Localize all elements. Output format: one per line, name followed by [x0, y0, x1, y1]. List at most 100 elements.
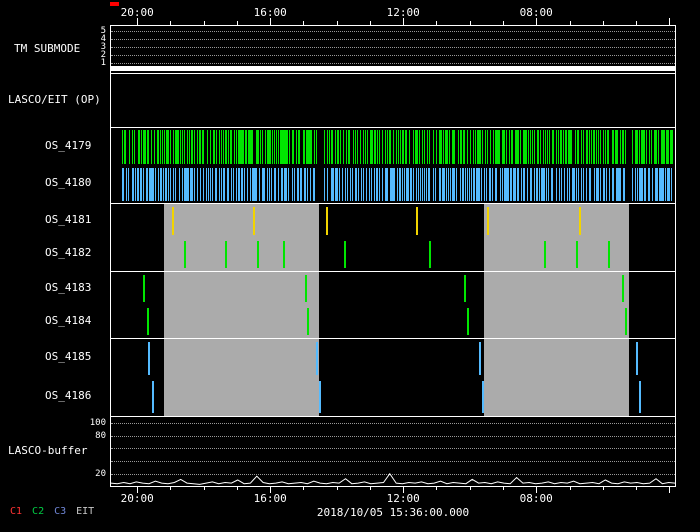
event-line	[282, 240, 285, 268]
datetime-label: 2018/10/05 15:36:00.000	[316, 506, 470, 519]
telemetry-tick-line	[395, 130, 397, 164]
telemetry-tick-line	[181, 167, 183, 201]
event-line	[639, 380, 641, 413]
telemetry-tick-line	[608, 130, 610, 164]
telemetry-tick-line	[154, 167, 156, 201]
telemetry-tick-line	[585, 130, 588, 164]
telemetry-tick-line	[378, 130, 380, 164]
telemetry-tick-line	[244, 130, 247, 164]
telemetry-tick-line	[362, 130, 364, 164]
telemetry-tick-line	[386, 130, 388, 164]
telemetry-tick-line	[443, 167, 446, 201]
telemetry-tick-line	[374, 130, 377, 164]
telemetry-tick-line	[302, 130, 305, 164]
telemetry-tick-line	[658, 130, 659, 164]
telemetry-tick-line	[163, 130, 165, 164]
telemetry-tick-line	[289, 130, 290, 164]
telemetry-tick-line	[178, 130, 180, 164]
telemetry-tick-line	[159, 167, 162, 201]
telemetry-tick-line	[210, 130, 212, 164]
event-line	[636, 342, 639, 375]
telemetry-tick-line	[499, 130, 500, 164]
telemetry-tick-line	[529, 130, 531, 164]
telemetry-tick-line	[277, 130, 279, 164]
telemetry-tick-line	[366, 167, 368, 201]
telemetry-tick-line	[418, 130, 420, 164]
bottom-minor-tick	[569, 487, 571, 490]
telemetry-tick-line	[574, 130, 576, 164]
telemetry-tick-line	[397, 130, 399, 164]
telemetry-tick-line	[423, 167, 425, 201]
telemetry-tick-line	[469, 130, 471, 164]
telemetry-tick-line	[186, 130, 188, 164]
telemetry-tick-line	[519, 130, 521, 164]
event-line	[622, 275, 625, 302]
telemetry-tick-line	[588, 130, 590, 164]
submode-gridline	[111, 39, 675, 40]
telemetry-tick-line	[381, 167, 383, 201]
telemetry-tick-line	[421, 130, 423, 164]
event-line	[172, 207, 174, 235]
bottom-minor-tick	[170, 487, 172, 490]
telemetry-tick-line	[193, 167, 195, 201]
telemetry-tick-line	[660, 130, 663, 164]
telemetry-tick-line	[363, 167, 364, 201]
top-minor-tick	[569, 21, 571, 25]
top-minor-tick	[203, 21, 205, 25]
event-line	[428, 240, 431, 268]
telemetry-tick-line	[536, 167, 538, 201]
bottom-minor-tick	[469, 487, 471, 490]
telemetry-tick-line	[405, 130, 407, 164]
event-line	[624, 308, 627, 335]
telemetry-tick-line	[459, 167, 461, 201]
event-line	[467, 308, 469, 335]
event-line	[579, 207, 582, 235]
telemetry-tick-line	[255, 167, 257, 201]
telemetry-tick-line	[235, 167, 237, 201]
event-line	[576, 240, 579, 268]
panel-lasco-buffer	[110, 416, 676, 487]
telemetry-tick-line	[449, 130, 451, 164]
legend-item-c3: C3	[54, 506, 67, 517]
telemetry-tick-line	[324, 167, 326, 201]
buffer-usage-trace	[111, 472, 675, 485]
telemetry-tick-line	[269, 130, 271, 164]
telemetry-tick-line	[382, 130, 384, 164]
telemetry-tick-line	[168, 167, 169, 201]
telemetry-tick-line	[140, 130, 142, 164]
event-line	[316, 342, 319, 375]
telemetry-tick-line	[295, 130, 297, 164]
telemetry-tick-line	[314, 167, 316, 201]
telemetry-tick-line	[274, 130, 276, 164]
telemetry-tick-line	[656, 167, 658, 201]
submode-tick-label: 1	[100, 58, 106, 68]
telemetry-tick-line	[435, 167, 437, 201]
panel-label-lasco-eit: LASCO/EIT (OP)	[8, 92, 101, 106]
telemetry-tick-line	[261, 130, 263, 164]
telemetry-tick-line	[472, 130, 474, 164]
telemetry-tick-line	[559, 167, 560, 201]
telemetry-tick-line	[244, 167, 246, 201]
telemetry-tick-line	[143, 167, 144, 201]
telemetry-tick-line	[548, 167, 550, 201]
telemetry-tick-line	[337, 130, 339, 164]
telemetry-tick-line	[343, 130, 345, 164]
row-label-os_4180: OS_4180	[45, 176, 92, 190]
row-label-os_4185: OS_4185	[45, 350, 92, 364]
telemetry-tick-line	[432, 167, 434, 201]
telemetry-tick-line	[264, 167, 266, 201]
top-minor-tick	[369, 21, 371, 25]
telemetry-tick-line	[299, 130, 301, 164]
telemetry-tick-line	[169, 130, 171, 164]
time-label-top: 16:00	[253, 6, 287, 19]
time-label-top: 12:00	[386, 6, 420, 19]
telemetry-tick-line	[619, 130, 621, 164]
telemetry-tick-line	[390, 130, 392, 164]
bottom-minor-tick	[502, 487, 504, 490]
event-line	[608, 240, 610, 268]
bottom-minor-tick	[203, 487, 205, 490]
telemetry-tick-line	[175, 167, 177, 201]
telemetry-tick-line	[533, 167, 535, 201]
telemetry-tick-line	[224, 167, 226, 201]
cursor-marker	[110, 2, 119, 6]
